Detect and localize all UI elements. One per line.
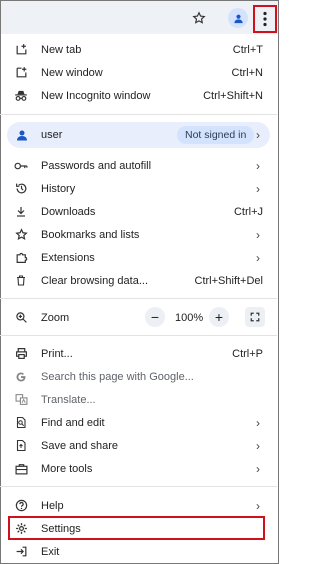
profile-name: user <box>41 129 63 141</box>
menu-item-passwords-autofill[interactable]: Passwords and autofill › <box>0 154 277 177</box>
menu-item-search-page-google[interactable]: Search this page with Google... <box>0 365 277 388</box>
chevron-right-icon: › <box>256 181 260 196</box>
chevron-right-icon: › <box>256 498 260 513</box>
menu-item-exit[interactable]: Exit <box>0 540 277 563</box>
menu-item-clear-browsing-data[interactable]: Clear browsing data... Ctrl+Shift+Del <box>0 269 277 292</box>
menu-item-history[interactable]: History › <box>0 177 277 200</box>
find-icon <box>14 416 28 430</box>
chevron-right-icon: › <box>256 415 260 430</box>
chevron-right-icon: › <box>256 128 260 142</box>
person-icon <box>15 128 29 142</box>
three-dots-vertical-icon <box>263 11 267 27</box>
help-icon <box>14 499 28 513</box>
menu-item-find-edit[interactable]: Find and edit › <box>0 411 277 434</box>
menu-item-label: Search this page with Google... <box>41 370 194 383</box>
chevron-right-icon: › <box>256 250 260 265</box>
star-icon <box>192 11 206 24</box>
menu-item-label: New window <box>41 66 103 79</box>
menu-divider <box>0 335 277 336</box>
menu-item-label: Help <box>41 499 64 512</box>
settings-highlight-box <box>8 516 265 540</box>
sign-in-status-badge: Not signed in <box>177 126 255 144</box>
menu-item-shortcut: Ctrl+N <box>231 66 263 79</box>
menu-item-extensions[interactable]: Extensions › <box>0 246 277 269</box>
menu-item-label: History <box>41 182 76 195</box>
menu-item-label: New tab <box>41 43 82 56</box>
browser-toolbar <box>1 1 278 34</box>
key-icon <box>14 159 28 173</box>
history-icon <box>14 182 28 196</box>
menu-item-label: Save and share <box>41 439 119 452</box>
profile-row[interactable]: user Not signed in › <box>7 122 270 148</box>
bookmark-star-button[interactable] <box>188 7 210 29</box>
menu-item-label: Clear browsing data... <box>41 274 148 287</box>
menu-item-more-tools[interactable]: More tools › <box>0 457 277 480</box>
menu-item-label: New Incognito window <box>41 89 151 102</box>
chevron-right-icon: › <box>256 158 260 173</box>
puzzle-icon <box>14 251 28 265</box>
exit-icon <box>14 545 28 559</box>
zoom-icon <box>14 311 28 325</box>
person-icon <box>233 14 243 23</box>
menu-item-label: Find and edit <box>41 416 105 429</box>
menu-item-shortcut: Ctrl+T <box>232 43 263 56</box>
plus-icon: + <box>214 309 224 325</box>
menu-item-help[interactable]: Help › <box>0 494 277 517</box>
menu-item-translate[interactable]: Translate... <box>0 388 277 411</box>
menu-item-label: Print... <box>41 347 73 360</box>
menu-item-label: Passwords and autofill <box>41 159 152 172</box>
translate-icon <box>14 393 28 407</box>
customize-menu-button[interactable] <box>253 5 277 33</box>
incognito-icon <box>14 89 28 103</box>
zoom-out-button[interactable]: − <box>145 307 165 327</box>
download-icon <box>14 205 28 219</box>
menu-item-new-incognito-window[interactable]: New Incognito window Ctrl+Shift+N <box>0 84 277 107</box>
menu-divider <box>0 486 277 487</box>
save-share-icon <box>14 439 28 453</box>
menu-item-shortcut: Ctrl+Shift+Del <box>194 274 263 287</box>
menu-item-shortcut: Ctrl+P <box>232 347 263 360</box>
menu-item-print[interactable]: Print... Ctrl+P <box>0 342 277 365</box>
zoom-in-button[interactable]: + <box>209 307 229 327</box>
menu-item-label: Zoom <box>41 311 70 324</box>
menu-divider <box>0 114 277 115</box>
menu-item-new-window[interactable]: New window Ctrl+N <box>0 61 277 84</box>
fullscreen-icon <box>250 312 260 322</box>
chevron-right-icon: › <box>256 227 260 242</box>
menu-item-shortcut: Ctrl+Shift+N <box>203 89 263 102</box>
star-icon <box>14 228 28 242</box>
minus-icon: − <box>150 309 160 325</box>
google-icon <box>14 370 28 384</box>
new-window-icon <box>14 66 28 80</box>
menu-item-label: Downloads <box>41 205 96 218</box>
new-tab-icon <box>14 43 28 57</box>
toolbox-icon <box>14 462 28 476</box>
fullscreen-button[interactable] <box>245 307 265 327</box>
zoom-level-value: 100% <box>175 311 204 324</box>
menu-item-shortcut: Ctrl+J <box>233 205 263 218</box>
menu-item-label: Extensions <box>41 251 95 264</box>
menu-item-save-share[interactable]: Save and share › <box>0 434 277 457</box>
menu-item-label: Translate... <box>41 393 96 406</box>
trash-icon <box>14 274 28 288</box>
menu-item-downloads[interactable]: Downloads Ctrl+J <box>0 200 277 223</box>
chevron-right-icon: › <box>256 438 260 453</box>
menu-item-label: Bookmarks and lists <box>41 228 140 241</box>
menu-item-label: More tools <box>41 462 93 475</box>
menu-divider <box>0 298 277 299</box>
menu-item-new-tab[interactable]: New tab Ctrl+T <box>0 38 277 61</box>
menu-item-label: Exit <box>41 545 60 558</box>
print-icon <box>14 347 28 361</box>
chevron-right-icon: › <box>256 461 260 476</box>
menu-item-bookmarks-lists[interactable]: Bookmarks and lists › <box>0 223 277 246</box>
avatar <box>228 8 248 28</box>
profile-avatar-button[interactable] <box>227 7 249 29</box>
menu-item-zoom: Zoom − 100% + <box>0 306 277 329</box>
